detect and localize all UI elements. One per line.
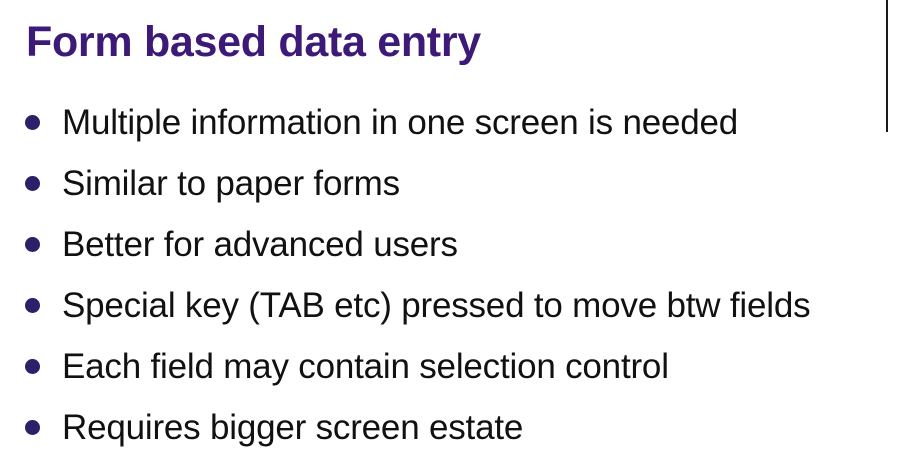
bullet-text: Each field may contain selection control: [62, 346, 669, 386]
bullet-text: Special key (TAB etc) pressed to move bt…: [62, 285, 811, 325]
bullet-text: Similar to paper forms: [62, 163, 400, 203]
bullet-dot-icon: [25, 115, 40, 130]
vertical-divider: [886, 0, 888, 132]
slide: Form based data entry Multiple informati…: [0, 0, 897, 453]
bullet-dot-icon: [25, 359, 40, 374]
bullet-dot-icon: [25, 237, 40, 252]
bullet-text: Requires bigger screen estate: [62, 407, 524, 447]
bullet-text: Multiple information in one screen is ne…: [62, 102, 739, 142]
bullet-text: Better for advanced users: [62, 224, 458, 264]
bullet-dot-icon: [25, 420, 40, 435]
bullet-dot-icon: [25, 298, 40, 313]
slide-title: Form based data entry: [26, 18, 481, 66]
bullet-dot-icon: [25, 176, 40, 191]
